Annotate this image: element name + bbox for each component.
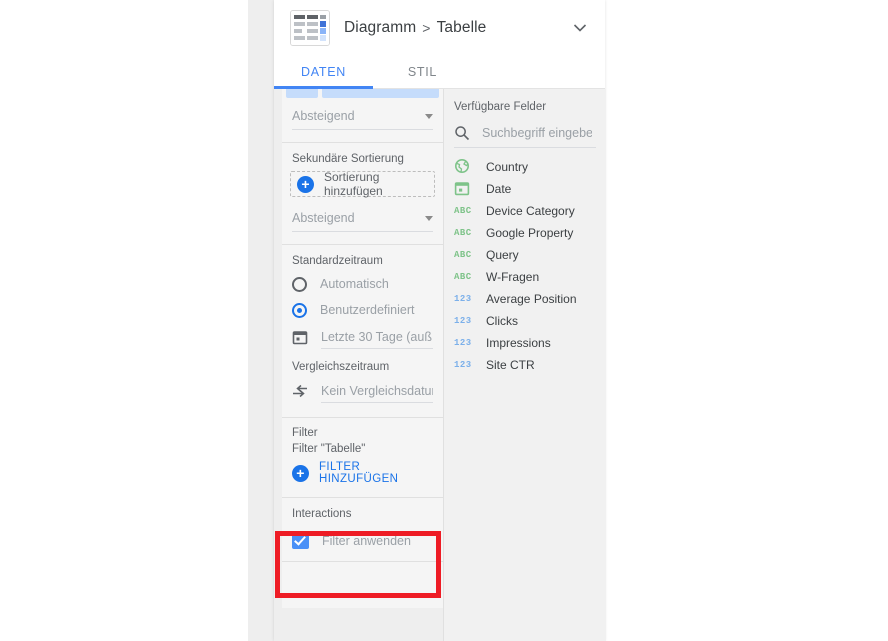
secondary-sort-order-select[interactable]: Absteigend — [292, 205, 433, 232]
field-list-item[interactable]: ABC Device Category — [444, 200, 606, 222]
field-list-item[interactable]: ABC W-Fragen — [444, 266, 606, 288]
field-list-item[interactable]: 123 Clicks — [444, 310, 606, 332]
primary-sort-order-value: Absteigend — [292, 109, 355, 123]
radio-icon — [292, 276, 307, 292]
primary-sort-chips — [282, 89, 443, 99]
field-search-input[interactable] — [482, 126, 592, 140]
field-label: Site CTR — [486, 358, 535, 372]
compare-date-range-picker[interactable]: Kein Vergleichsdatum — [282, 377, 443, 405]
primary-sort-section: Absteigend — [282, 89, 443, 142]
field-label: Average Position — [486, 292, 577, 306]
field-type-icon — [454, 158, 474, 177]
calendar-icon — [292, 331, 308, 345]
panel-tabs: DATEN STIL — [274, 55, 605, 89]
tab-stil[interactable]: STIL — [373, 55, 472, 88]
filter-subtitle: Filter "Tabelle" — [292, 443, 366, 455]
radio-option-automatic-label: Automatisch — [320, 277, 389, 291]
page-background-left — [0, 0, 248, 641]
radio-option-automatic[interactable]: Automatisch — [282, 271, 443, 297]
primary-sort-order-select[interactable]: Absteigend — [292, 103, 433, 130]
chevron-down-icon — [425, 215, 433, 221]
field-label: Google Property — [486, 226, 574, 240]
field-type-badge: ABC — [454, 272, 472, 282]
interactions-section: Interactions Filter anwenden — [282, 498, 443, 561]
field-type-badge: 123 — [454, 294, 472, 304]
secondary-sort-title: Sekundäre Sortierung — [292, 153, 404, 165]
panel-bottom-filler — [282, 562, 443, 608]
field-label: Country — [486, 160, 529, 174]
chevron-down-icon[interactable] — [569, 17, 591, 39]
field-list-item[interactable]: 123 Impressions — [444, 332, 606, 354]
field-type-badge: 123 — [454, 316, 472, 326]
compare-date-range-title: Vergleichszeitraum — [292, 361, 390, 373]
page-background-right — [605, 0, 888, 641]
panel-scrollbar-track[interactable] — [263, 0, 536, 641]
field-type-badge: 123 — [454, 338, 472, 348]
panel-title-chart: Diagramm — [344, 18, 417, 36]
tab-daten[interactable]: DATEN — [274, 55, 373, 89]
field-list-item[interactable]: ABC Query — [444, 244, 606, 266]
table-chart-icon[interactable] — [290, 9, 330, 46]
plus-icon: + — [297, 175, 314, 193]
compare-date-range-value: Kein Vergleichsdatum — [321, 380, 433, 403]
filter-title: Filter — [292, 427, 318, 439]
field-label: Clicks — [486, 314, 518, 328]
panel-title-table: Tabelle — [436, 18, 487, 36]
default-date-range-title: Standardzeitraum — [292, 255, 383, 267]
field-list-item[interactable]: Country — [444, 156, 606, 178]
apply-filter-checkbox-row[interactable]: Filter anwenden — [282, 524, 443, 561]
panel-left-column: Absteigend Sekundäre Sortierung + Sortie… — [282, 89, 443, 641]
radio-option-custom[interactable]: Benutzerdefiniert — [282, 297, 443, 323]
default-date-range-section: Standardzeitraum Automatisch Benutzerdef… — [282, 245, 443, 417]
field-type-badge: ABC — [454, 250, 472, 260]
chevron-down-icon — [425, 113, 433, 119]
available-fields-list: Country Date ABC Device Category ABC Google P… — [444, 148, 606, 376]
field-search-row[interactable] — [454, 119, 596, 148]
field-type-badge: ABC — [454, 228, 472, 238]
sort-chip-type[interactable] — [286, 89, 318, 98]
add-filter-label: FILTER HINZUFÜGEN — [319, 461, 399, 485]
globe-icon — [455, 158, 469, 173]
radio-icon-selected — [292, 302, 307, 318]
field-type-badge: 123 — [454, 360, 472, 370]
field-type-badge: ABC — [454, 206, 472, 216]
sort-chip-field[interactable] — [322, 89, 439, 98]
calendar-icon — [454, 181, 470, 195]
field-label: Device Category — [486, 204, 575, 218]
field-label: Query — [486, 248, 519, 262]
secondary-sort-order-value: Absteigend — [292, 211, 355, 225]
field-list-item[interactable]: 123 Site CTR — [444, 354, 606, 376]
field-list-item[interactable]: ABC Google Property — [444, 222, 606, 244]
apply-filter-label: Filter anwenden — [322, 533, 411, 548]
custom-date-range-picker[interactable]: Letzte 30 Tage (auß… — [282, 323, 443, 351]
panel-header: Diagramm > Tabelle — [274, 0, 605, 55]
plus-icon: + — [292, 464, 309, 482]
radio-option-custom-label: Benutzerdefiniert — [320, 303, 415, 317]
filter-section: Filter Filter "Tabelle" + FILTER HINZUFÜ… — [282, 418, 443, 497]
field-label: W-Fragen — [486, 270, 540, 284]
breadcrumb-separator: > — [422, 19, 431, 36]
chart-properties-panel: Diagramm > Tabelle DATEN STIL Absteigend… — [274, 0, 606, 641]
search-icon — [455, 126, 470, 141]
available-fields-title: Verfügbare Felder — [454, 101, 547, 113]
panel-title: Diagramm > Tabelle — [344, 19, 486, 37]
field-list-item[interactable]: Date — [444, 178, 606, 200]
field-type-icon — [454, 180, 474, 199]
field-label: Date — [486, 182, 512, 196]
add-filter-button[interactable]: + FILTER HINZUFÜGEN — [282, 459, 443, 497]
checkbox-checked-icon[interactable] — [292, 532, 309, 549]
add-sort-button[interactable]: + Sortierung hinzufügen — [290, 170, 435, 198]
compare-arrows-icon — [293, 384, 307, 398]
interactions-title: Interactions — [292, 508, 352, 520]
panel-body: Absteigend Sekundäre Sortierung + Sortie… — [274, 89, 606, 641]
secondary-sort-section: Sekundäre Sortierung + Sortierung hinzuf… — [282, 143, 443, 244]
custom-date-range-value: Letzte 30 Tage (auß… — [321, 326, 433, 349]
add-sort-label: Sortierung hinzufügen — [324, 170, 383, 198]
available-fields-panel: Verfügbare Felder Country Date ABC Device C… — [443, 89, 606, 641]
field-list-item[interactable]: 123 Average Position — [444, 288, 606, 310]
field-label: Impressions — [486, 336, 551, 350]
